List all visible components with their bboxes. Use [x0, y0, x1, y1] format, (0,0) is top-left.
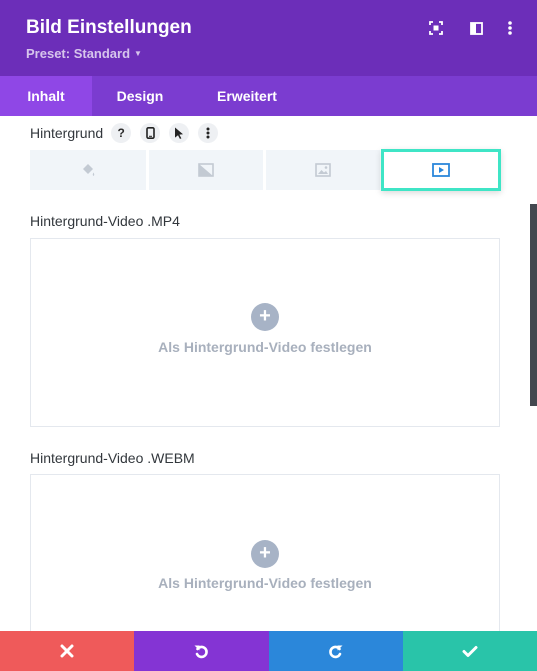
video-icon[interactable]	[381, 149, 501, 191]
redo-icon	[328, 645, 343, 659]
modal-title: Bild Einstellungen	[26, 17, 192, 38]
close-icon	[60, 644, 74, 658]
tab-erweitert[interactable]: Erweitert	[200, 76, 294, 116]
sidebar-layout-icon[interactable]	[466, 18, 486, 38]
paint-bucket-icon[interactable]	[30, 150, 146, 190]
mp4-upload-button-label[interactable]: Als Hintergrund-Video festlegen	[31, 339, 499, 355]
tab-design[interactable]: Design	[98, 76, 182, 116]
plus-icon[interactable]: +	[251, 540, 279, 568]
discard-button[interactable]	[0, 631, 135, 671]
image-icon[interactable]	[266, 150, 380, 190]
webm-upload-button-label[interactable]: Als Hintergrund-Video festlegen	[31, 575, 499, 591]
tab-inhalt[interactable]: Inhalt	[0, 76, 92, 116]
mobile-icon[interactable]	[140, 123, 161, 143]
mp4-upload-area[interactable]: + Als Hintergrund-Video festlegen	[30, 238, 500, 427]
webm-upload-area[interactable]: + Als Hintergrund-Video festlegen	[30, 474, 500, 631]
background-label: Hintergrund	[30, 125, 104, 141]
settings-content: Hintergrund ? Hintergrund-Video .MP4 + A…	[0, 116, 537, 631]
webm-field-label: Hintergrund-Video .WEBM	[30, 450, 195, 466]
check-icon	[462, 645, 478, 657]
undo-button[interactable]	[134, 631, 269, 671]
preset-selector[interactable]: Preset: Standard ▼	[26, 46, 142, 61]
footer-action-bar	[0, 631, 537, 671]
modal-header: Bild Einstellungen Preset: Standard ▼	[0, 0, 537, 76]
caret-down-icon: ▼	[134, 49, 142, 58]
undo-icon	[194, 645, 209, 659]
plus-icon[interactable]: +	[251, 303, 279, 331]
preset-label: Preset: Standard	[26, 46, 131, 61]
gradient-icon[interactable]	[149, 150, 263, 190]
more-vertical-icon[interactable]	[500, 18, 520, 38]
more-vertical-icon[interactable]	[198, 123, 219, 143]
background-label-row: Hintergrund ?	[30, 122, 227, 144]
mp4-field-label: Hintergrund-Video .MP4	[30, 213, 180, 229]
scrollbar[interactable]	[530, 204, 537, 406]
tab-bar: Inhalt Design Erweitert	[0, 76, 537, 116]
save-button[interactable]	[402, 631, 537, 671]
expand-icon[interactable]	[426, 18, 446, 38]
redo-button[interactable]	[268, 631, 403, 671]
cursor-icon[interactable]	[169, 123, 190, 143]
help-icon[interactable]: ?	[111, 123, 132, 143]
